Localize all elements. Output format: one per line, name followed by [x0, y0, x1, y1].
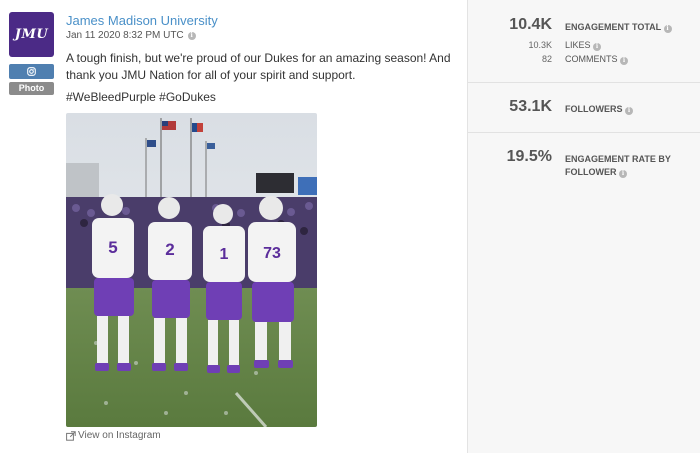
- info-icon[interactable]: i: [620, 57, 629, 65]
- account-avatar[interactable]: JMU: [9, 12, 54, 57]
- comments-label: COMMENTS i: [565, 54, 629, 65]
- instagram-badge: [9, 64, 54, 79]
- post-hashtags: #WeBleedPurple #GoDukes: [66, 90, 216, 104]
- info-icon[interactable]: i: [619, 170, 628, 178]
- svg-text:5: 5: [108, 238, 117, 257]
- comments-value: 82: [541, 54, 552, 64]
- external-link-icon: [66, 430, 76, 441]
- engagement-rate-value: 19.5%: [506, 148, 552, 165]
- jmu-logo: JMU: [14, 27, 49, 42]
- post-message: A tough finish, but we're proud of our D…: [66, 51, 451, 82]
- timestamp-text: Jan 11 2020 8:32 PM UTC: [66, 30, 184, 41]
- followers-label: FOLLOWERS i: [565, 103, 634, 116]
- post-photo[interactable]: 5 2 1 73: [66, 113, 317, 427]
- info-icon[interactable]: i: [663, 25, 672, 33]
- view-link-label: View on Instagram: [78, 430, 161, 441]
- football-team-photo: 5 2 1 73: [66, 113, 317, 427]
- engagement-block: 10.4K ENGAGEMENT TOTAL i 10.3K LIKES i 8…: [468, 0, 700, 83]
- info-icon[interactable]: i: [593, 43, 602, 51]
- engagement-rate-block: 19.5% ENGAGEMENT RATE BY FOLLOWER i: [468, 133, 700, 193]
- followers-value: 53.1K: [509, 98, 552, 115]
- post-timestamp: Jan 11 2020 8:32 PM UTC i: [66, 30, 196, 41]
- svg-text:1: 1: [220, 246, 229, 263]
- info-icon[interactable]: i: [187, 31, 196, 40]
- instagram-icon: [27, 67, 36, 76]
- engagement-total-value: 10.4K: [509, 16, 552, 33]
- likes-value: 10.3K: [528, 40, 552, 50]
- engagement-total-label: ENGAGEMENT TOTAL i: [565, 21, 672, 34]
- svg-text:73: 73: [263, 245, 281, 262]
- photo-type-badge: Photo: [9, 82, 54, 95]
- info-icon[interactable]: i: [625, 107, 634, 115]
- author-name[interactable]: James Madison University: [66, 13, 218, 28]
- view-on-instagram-link[interactable]: View on Instagram: [66, 430, 161, 441]
- followers-block: 53.1K FOLLOWERS i: [468, 83, 700, 133]
- svg-text:2: 2: [165, 240, 174, 259]
- likes-label: LIKES i: [565, 40, 602, 51]
- metrics-panel: 10.4K ENGAGEMENT TOTAL i 10.3K LIKES i 8…: [467, 0, 700, 453]
- engagement-rate-label: ENGAGEMENT RATE BY FOLLOWER i: [565, 154, 671, 178]
